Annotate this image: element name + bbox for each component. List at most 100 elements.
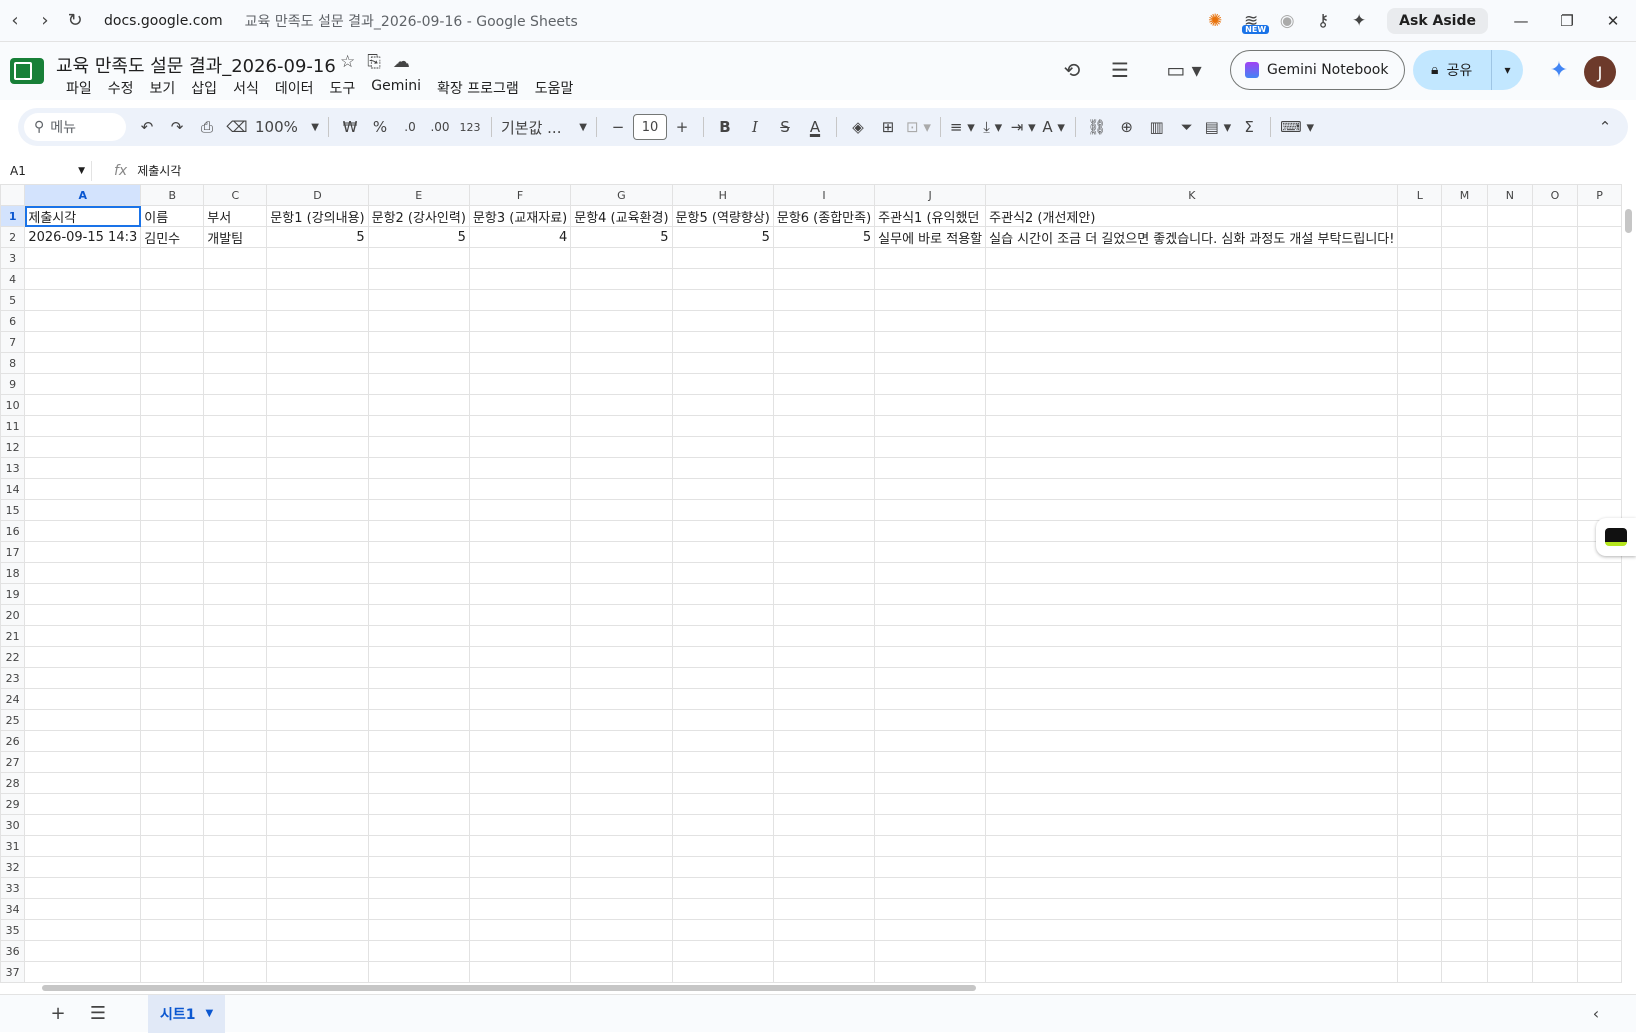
collapse-toolbar-icon[interactable]: ⌃ xyxy=(1590,113,1620,141)
cell-a17[interactable] xyxy=(24,541,142,563)
cell-g15[interactable] xyxy=(570,499,673,521)
cell-f1[interactable]: 문항3 (교재자료) xyxy=(468,205,572,227)
cell-k26[interactable] xyxy=(985,730,1399,752)
cell-n25[interactable] xyxy=(1486,709,1533,731)
cell-c33[interactable] xyxy=(203,877,268,899)
back-icon[interactable]: ‹ xyxy=(0,6,30,36)
cell-k25[interactable] xyxy=(985,709,1399,731)
cell-i20[interactable] xyxy=(772,604,876,626)
horizontal-scroll-thumb[interactable] xyxy=(42,985,976,991)
cell-d37[interactable] xyxy=(266,961,369,983)
cell-g13[interactable] xyxy=(570,457,673,479)
cell-b8[interactable] xyxy=(140,352,205,374)
sheets-logo-icon[interactable] xyxy=(10,58,44,84)
cell-i24[interactable] xyxy=(772,688,876,710)
cell-e11[interactable] xyxy=(367,415,470,437)
cell-g12[interactable] xyxy=(570,436,673,458)
cell-f31[interactable] xyxy=(468,835,572,857)
cell-o31[interactable] xyxy=(1531,835,1579,857)
cell-n29[interactable] xyxy=(1486,793,1533,815)
cell-g31[interactable] xyxy=(570,835,673,857)
cell-h23[interactable] xyxy=(671,667,774,689)
cell-j29[interactable] xyxy=(874,793,987,815)
cell-a28[interactable] xyxy=(24,772,142,794)
cell-o33[interactable] xyxy=(1531,877,1579,899)
cell-o21[interactable] xyxy=(1531,625,1579,647)
cell-p2[interactable] xyxy=(1577,226,1622,248)
cell-l34[interactable] xyxy=(1397,898,1443,920)
cell-b6[interactable] xyxy=(140,310,205,332)
cell-k23[interactable] xyxy=(985,667,1399,689)
cell-k21[interactable] xyxy=(985,625,1399,647)
cell-h36[interactable] xyxy=(671,940,774,962)
cell-c11[interactable] xyxy=(203,415,268,437)
cell-f9[interactable] xyxy=(468,373,572,395)
cell-m29[interactable] xyxy=(1441,793,1488,815)
cell-m23[interactable] xyxy=(1441,667,1488,689)
cell-c14[interactable] xyxy=(203,478,268,500)
cell-e16[interactable] xyxy=(367,520,470,542)
cell-l6[interactable] xyxy=(1397,310,1443,332)
cell-g18[interactable] xyxy=(570,562,673,584)
row-header[interactable]: 29 xyxy=(0,793,26,815)
cell-h26[interactable] xyxy=(671,730,774,752)
cell-p35[interactable] xyxy=(1577,919,1622,941)
cell-b17[interactable] xyxy=(140,541,205,563)
select-all-corner[interactable] xyxy=(0,184,26,206)
cell-o5[interactable] xyxy=(1531,289,1579,311)
row-header[interactable]: 36 xyxy=(0,940,26,962)
cell-n3[interactable] xyxy=(1486,247,1533,269)
cell-g24[interactable] xyxy=(570,688,673,710)
cell-i37[interactable] xyxy=(772,961,876,983)
cell-d9[interactable] xyxy=(266,373,369,395)
cell-g6[interactable] xyxy=(570,310,673,332)
cell-g23[interactable] xyxy=(570,667,673,689)
cell-k5[interactable] xyxy=(985,289,1399,311)
cell-d7[interactable] xyxy=(266,331,369,353)
cell-o25[interactable] xyxy=(1531,709,1579,731)
cell-b26[interactable] xyxy=(140,730,205,752)
cell-e26[interactable] xyxy=(367,730,470,752)
cell-f16[interactable] xyxy=(468,520,572,542)
row-header[interactable]: 4 xyxy=(0,268,26,290)
cell-i31[interactable] xyxy=(772,835,876,857)
cell-k14[interactable] xyxy=(985,478,1399,500)
cell-c6[interactable] xyxy=(203,310,268,332)
cell-a5[interactable] xyxy=(24,289,142,311)
cell-c15[interactable] xyxy=(203,499,268,521)
cell-p8[interactable] xyxy=(1577,352,1622,374)
cell-b16[interactable] xyxy=(140,520,205,542)
url[interactable]: docs.google.com xyxy=(104,13,223,29)
cell-n2[interactable] xyxy=(1486,226,1533,248)
cell-e4[interactable] xyxy=(367,268,470,290)
star-icon[interactable]: ☆ xyxy=(340,52,355,72)
row-header[interactable]: 9 xyxy=(0,373,26,395)
cell-f20[interactable] xyxy=(468,604,572,626)
cell-h31[interactable] xyxy=(671,835,774,857)
cell-f18[interactable] xyxy=(468,562,572,584)
cell-b20[interactable] xyxy=(140,604,205,626)
cell-n21[interactable] xyxy=(1486,625,1533,647)
row-header[interactable]: 34 xyxy=(0,898,26,920)
cell-e24[interactable] xyxy=(367,688,470,710)
row-header[interactable]: 13 xyxy=(0,457,26,479)
vertical-scrollbar[interactable] xyxy=(1622,184,1636,984)
cell-o19[interactable] xyxy=(1531,583,1579,605)
cell-p37[interactable] xyxy=(1577,961,1622,983)
cell-o6[interactable] xyxy=(1531,310,1579,332)
cell-o17[interactable] xyxy=(1531,541,1579,563)
cell-d27[interactable] xyxy=(266,751,369,773)
cell-m25[interactable] xyxy=(1441,709,1488,731)
cell-b33[interactable] xyxy=(140,877,205,899)
cell-g34[interactable] xyxy=(570,898,673,920)
cell-e25[interactable] xyxy=(367,709,470,731)
cell-k2[interactable]: 실습 시간이 조금 더 길었으면 좋겠습니다. 심화 과정도 개설 부탁드립니다… xyxy=(985,226,1399,248)
row-header[interactable]: 12 xyxy=(0,436,26,458)
cell-n11[interactable] xyxy=(1486,415,1533,437)
cell-i14[interactable] xyxy=(772,478,876,500)
cell-a19[interactable] xyxy=(24,583,142,605)
cell-p14[interactable] xyxy=(1577,478,1622,500)
cell-b4[interactable] xyxy=(140,268,205,290)
cell-d23[interactable] xyxy=(266,667,369,689)
avatar[interactable]: J xyxy=(1584,56,1616,88)
